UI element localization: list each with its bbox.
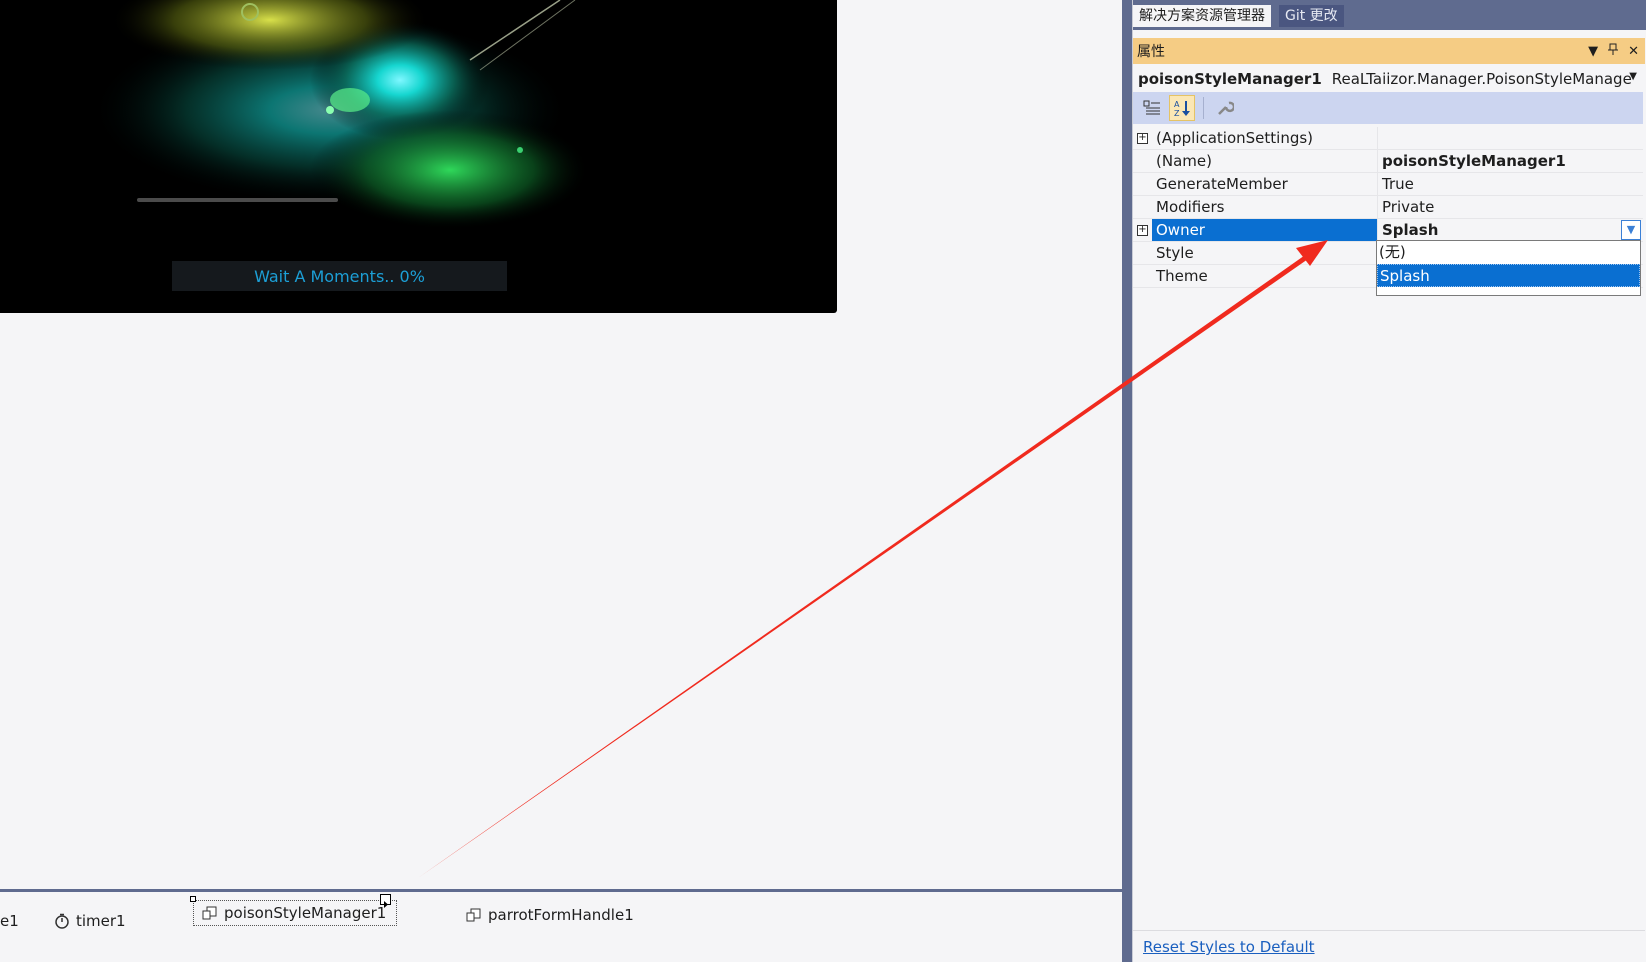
tool-window-tabbar: 解决方案资源管理器 Git 更改 [1133, 0, 1646, 30]
component-icon [466, 907, 482, 923]
property-name: GenerateMember [1156, 175, 1288, 193]
tray-item-label: parrotFormHandle1 [488, 906, 634, 924]
property-name: Style [1156, 244, 1194, 262]
wrench-icon [1218, 101, 1234, 115]
sort-alphabetical-icon: AZ [1174, 100, 1190, 117]
alphabetical-button[interactable]: AZ [1169, 95, 1195, 121]
property-value[interactable]: Splash ▼ [1377, 219, 1643, 241]
object-name: poisonStyleManager1 [1138, 70, 1322, 88]
pin-icon[interactable] [1608, 43, 1619, 60]
svg-text:A: A [1174, 100, 1180, 109]
component-tray: e1 timer1 poisonStyleManager1 parrotForm… [0, 892, 1122, 962]
dropdown-option-splash[interactable]: Splash [1377, 264, 1640, 287]
reset-styles-link[interactable]: Reset Styles to Default [1143, 938, 1315, 956]
panel-splitter[interactable] [1122, 0, 1132, 962]
title-buttons: ▼ ✕ [1588, 38, 1639, 64]
tray-item-label: timer1 [76, 912, 126, 930]
property-name: (Name) [1156, 152, 1212, 170]
tray-item-parrotformhandle1[interactable]: parrotFormHandle1 [466, 906, 634, 924]
categorized-button[interactable] [1139, 95, 1165, 121]
tab-git-changes[interactable]: Git 更改 [1279, 5, 1344, 27]
categorized-icon [1143, 100, 1160, 115]
property-row-name[interactable]: (Name) poisonStyleManager1 [1133, 150, 1643, 173]
expand-plus-icon[interactable]: + [1137, 133, 1148, 144]
close-icon[interactable]: ✕ [1628, 44, 1639, 59]
tray-item-partial-label: e1 [0, 912, 19, 930]
tray-item-timer1[interactable]: timer1 [54, 912, 126, 930]
owner-dropdown-list: (无) Splash [1376, 240, 1641, 296]
tray-item-label: poisonStyleManager1 [224, 904, 387, 922]
property-value[interactable]: poisonStyleManager1 [1377, 150, 1643, 172]
panel-title: 属性 [1137, 44, 1165, 60]
property-name: Theme [1156, 267, 1208, 285]
property-value[interactable] [1377, 127, 1643, 149]
smart-tag-icon[interactable] [380, 894, 391, 908]
property-value[interactable]: Private [1377, 196, 1643, 218]
property-name: Owner [1152, 219, 1377, 241]
properties-titlebar: 属性 ▼ ✕ [1133, 38, 1645, 64]
properties-panel: 解决方案资源管理器 Git 更改 属性 ▼ ✕ poisonStyleManag… [1132, 0, 1646, 962]
property-row-generatemember[interactable]: GenerateMember True [1133, 173, 1643, 196]
designer-surface: Wait A Moments.. 0% [0, 0, 1120, 962]
splash-form-preview[interactable]: Wait A Moments.. 0% [0, 0, 837, 313]
dropdown-button[interactable]: ▼ [1621, 220, 1641, 240]
property-row-owner[interactable]: + Owner Splash ▼ [1133, 219, 1643, 242]
property-value[interactable]: True [1377, 173, 1643, 195]
timer-icon [54, 913, 70, 929]
chevron-down-icon[interactable]: ▼ [1588, 44, 1598, 59]
dropdown-option-none[interactable]: (无) [1377, 241, 1640, 264]
component-icon [202, 905, 218, 921]
object-type: ReaLTaiizor.Manager.PoisonStyleManage [1331, 70, 1632, 88]
tray-item-poisonstylemanager1[interactable]: poisonStyleManager1 [193, 900, 398, 926]
toolbar-separator [1203, 97, 1204, 119]
description-divider [1133, 930, 1645, 931]
object-selector[interactable]: poisonStyleManager1 ReaLTaiizor.Manager.… [1133, 66, 1643, 92]
property-name: Modifiers [1156, 198, 1225, 216]
property-row-modifiers[interactable]: Modifiers Private [1133, 196, 1643, 219]
selection-handle[interactable] [190, 896, 196, 902]
property-name: (ApplicationSettings) [1156, 129, 1314, 147]
loading-text: Wait A Moments.. 0% [254, 266, 425, 286]
property-pages-button[interactable] [1212, 95, 1238, 121]
chevron-down-icon[interactable]: ▼ [1629, 71, 1637, 82]
tray-item-partial[interactable]: e1 [0, 912, 19, 930]
splash-progress-bar [137, 198, 338, 202]
loading-label-box: Wait A Moments.. 0% [172, 261, 507, 291]
expand-plus-icon[interactable]: + [1137, 225, 1148, 236]
property-row-applicationsettings[interactable]: + (ApplicationSettings) [1133, 127, 1643, 150]
owner-value-text: Splash [1382, 221, 1439, 239]
tab-solution-explorer[interactable]: 解决方案资源管理器 [1133, 5, 1271, 27]
svg-text:Z: Z [1174, 109, 1180, 117]
properties-toolbar: AZ [1133, 92, 1643, 124]
